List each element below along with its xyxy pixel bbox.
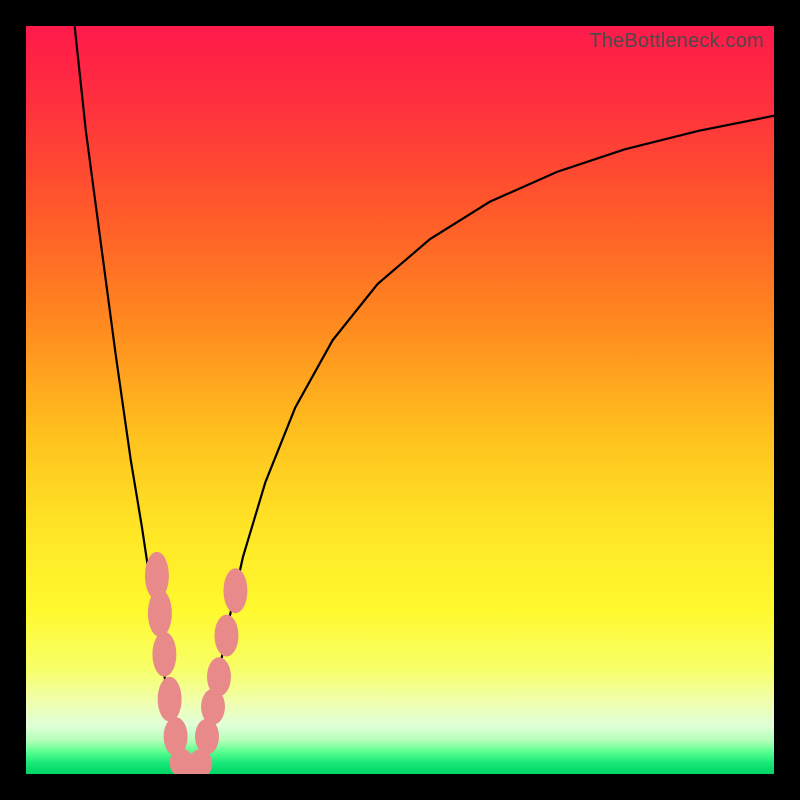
watermark-text: TheBottleneck.com [589,30,764,53]
gradient-background [26,26,774,774]
plot-area: TheBottleneck.com [26,26,774,774]
chart-frame: TheBottleneck.com [0,0,800,800]
